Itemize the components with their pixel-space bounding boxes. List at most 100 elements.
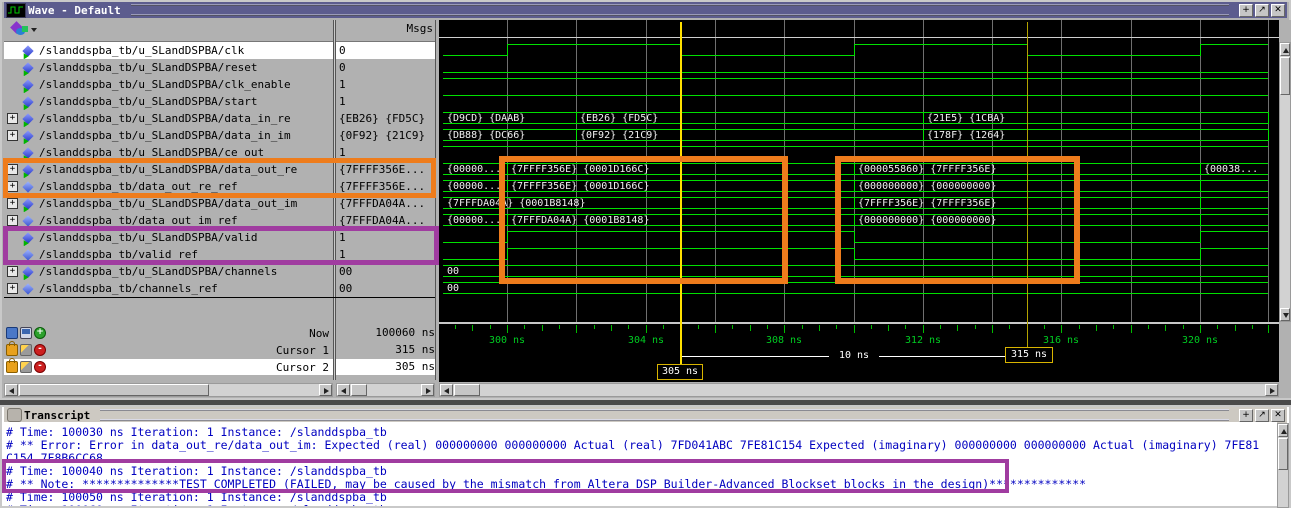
- timeline-tick: [490, 325, 491, 329]
- signal-value-5: {0F92} {21C9}: [336, 127, 435, 144]
- signal-name: /slanddspba_tb/u_SLandDSPBA/clk_enable: [39, 78, 291, 91]
- wave-dock-button[interactable]: +: [1239, 3, 1253, 17]
- transcript-vscrollbar[interactable]: [1277, 423, 1289, 508]
- wave-text: 304 ns: [627, 335, 665, 346]
- wave-close-button[interactable]: ✕: [1271, 3, 1285, 17]
- trace-clk: [507, 44, 680, 45]
- trace-valid: [443, 242, 507, 243]
- busrail-data_out_re_ref: [1200, 191, 1268, 192]
- wave-undock-button[interactable]: ↗: [1255, 3, 1269, 17]
- signal-diamond-icon: [22, 282, 34, 295]
- timeline-tick: [836, 325, 837, 329]
- highlight-purple-valid-names: [3, 226, 439, 265]
- wave-text: 320 ns: [1181, 335, 1219, 346]
- names-hscrollbar[interactable]: [4, 383, 333, 397]
- signal-name: /slanddspba_tb/u_SLandDSPBA/data_in_im: [39, 129, 291, 142]
- delete-cursor-icon[interactable]: -: [34, 361, 46, 373]
- signal-row-14[interactable]: + /slanddspba_tb/channels_ref: [4, 280, 333, 297]
- timeline-tick: [802, 325, 803, 329]
- transcript-window-icon: [7, 408, 22, 422]
- trace-valid_ref: [1200, 248, 1268, 249]
- timeline-tick: [576, 325, 577, 333]
- wave-toolbar-strip: Msgs: [4, 18, 436, 42]
- wave-hscrollbar[interactable]: [439, 383, 1279, 397]
- bus-transition: [1200, 214, 1201, 226]
- signal-row-5[interactable]: + /slanddspba_tb/u_SLandDSPBA/data_in_im: [4, 127, 333, 144]
- expand-icon[interactable]: +: [7, 113, 18, 124]
- transcript-close-button[interactable]: ✕: [1271, 408, 1285, 422]
- signal-row-4[interactable]: + /slanddspba_tb/u_SLandDSPBA/data_in_re: [4, 110, 333, 127]
- timeline-tick: [542, 325, 543, 331]
- timeline-tick: [1131, 325, 1132, 333]
- titlebar-grip[interactable]: [130, 4, 1229, 16]
- trace-clk: [1200, 44, 1268, 45]
- expand-icon[interactable]: +: [7, 283, 18, 294]
- cursor1-row[interactable]: - Cursor 1: [4, 341, 333, 358]
- timeline-tick: [698, 325, 699, 329]
- wave-text: {21E5} {1CBA}: [927, 113, 1006, 124]
- cursor1-time-box[interactable]: 315 ns: [1005, 347, 1053, 363]
- signal-row-2[interactable]: /slanddspba_tb/u_SLandDSPBA/clk_enable: [4, 76, 333, 93]
- timeline-tick: [923, 325, 924, 333]
- timeline-tick: [819, 325, 820, 331]
- values-pane-edge: [435, 20, 436, 380]
- expand-icon[interactable]: +: [7, 266, 18, 277]
- chevron-down-icon: [31, 28, 37, 32]
- wave-text: 316 ns: [1042, 335, 1080, 346]
- signal-row-0[interactable]: /slanddspba_tb/u_SLandDSPBA/clk: [4, 42, 333, 59]
- trace-clk: [1027, 55, 1200, 56]
- lock-icon[interactable]: [6, 358, 18, 373]
- busrail-data_out_im_ref: [1200, 214, 1268, 215]
- timeline-tick: [472, 325, 473, 331]
- trace-clk: [680, 55, 854, 56]
- cursor2-value: 305 ns: [336, 359, 435, 375]
- timeline-tick: [1009, 325, 1010, 329]
- wave-text: {DB88} {DC66}: [447, 130, 526, 141]
- msgs-column-header[interactable]: Msgs: [338, 22, 434, 35]
- timeline-tick: [524, 325, 525, 329]
- values-hscrollbar[interactable]: [336, 383, 435, 397]
- monitor-icon[interactable]: [20, 327, 32, 339]
- signal-diamond-icon: [22, 95, 34, 110]
- timeline-tick: [1113, 325, 1114, 329]
- transcript-dock-button[interactable]: +: [1239, 408, 1253, 422]
- grid-line: [1268, 20, 1269, 324]
- wave-title: Wave - Default: [28, 3, 121, 17]
- wrench-icon[interactable]: [20, 344, 32, 356]
- transcript-titlebar[interactable]: Transcript + ↗ ✕: [4, 407, 1287, 423]
- cursor2-label: Cursor 2: [276, 360, 329, 374]
- clock-icon[interactable]: [6, 327, 18, 339]
- signal-row-3[interactable]: /slanddspba_tb/u_SLandDSPBA/start: [4, 93, 333, 110]
- wave-vscrollbar[interactable]: [1279, 42, 1291, 322]
- signal-group-icon[interactable]: [10, 21, 37, 37]
- timeline-tick: [1096, 325, 1097, 331]
- signal-diamond-icon: [22, 44, 34, 59]
- transcript-undock-button[interactable]: ↗: [1255, 408, 1269, 422]
- trace-clk: [854, 44, 1027, 45]
- expand-icon[interactable]: +: [7, 198, 18, 209]
- cursor2-row[interactable]: - Cursor 2: [4, 358, 333, 375]
- rows-separator: [4, 297, 435, 298]
- trace-ce_out: [443, 146, 1268, 147]
- wave-titlebar[interactable]: Wave - Default + ↗ ✕: [4, 2, 1287, 18]
- wrench-icon[interactable]: [20, 361, 32, 373]
- timeline-tick: [1165, 325, 1166, 331]
- trace-reset: [443, 72, 1268, 73]
- lock-icon[interactable]: [6, 341, 18, 356]
- signal-row-13[interactable]: + /slanddspba_tb/u_SLandDSPBA/channels: [4, 263, 333, 280]
- add-cursor-icon[interactable]: +: [34, 327, 46, 339]
- wave-text: {EB26} {FD5C}: [580, 113, 659, 124]
- titlebar-grip[interactable]: [100, 409, 1229, 421]
- timeline-tick: [888, 325, 889, 331]
- bus-transition: [923, 129, 924, 141]
- timeline-tick: [750, 325, 751, 331]
- wave-text: {00000...: [447, 181, 502, 192]
- now-row[interactable]: + Now: [4, 325, 333, 341]
- trace-clk_enable: [443, 78, 1268, 79]
- wave-text: {00038...: [1204, 164, 1259, 175]
- delete-cursor-icon[interactable]: -: [34, 344, 46, 356]
- expand-icon[interactable]: +: [7, 215, 18, 226]
- signal-row-1[interactable]: /slanddspba_tb/u_SLandDSPBA/reset: [4, 59, 333, 76]
- expand-icon[interactable]: +: [7, 130, 18, 141]
- cursor2-time-box[interactable]: 305 ns: [657, 364, 703, 380]
